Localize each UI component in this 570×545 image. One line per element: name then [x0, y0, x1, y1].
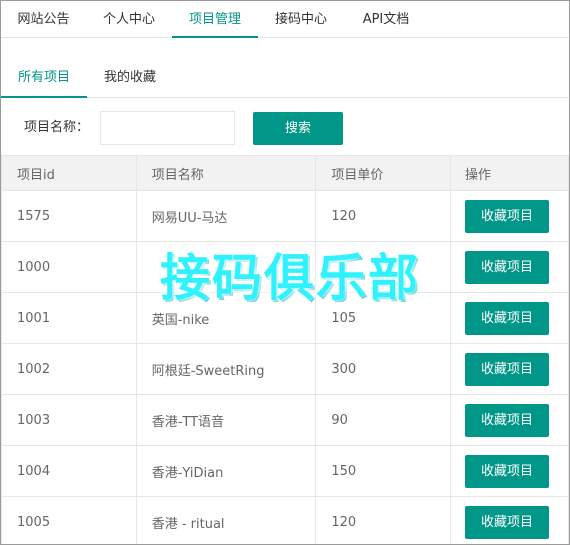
table-row: 1004 香港-YiDian 150 收藏项目: [1, 445, 569, 497]
cell-actions: 收藏项目: [450, 394, 569, 446]
top-nav: 网站公告 个人中心 项目管理 接码中心 API文档: [1, 1, 569, 38]
tab-api-docs[interactable]: API文档: [344, 1, 428, 38]
table-row: 1001 英国-nike 105 收藏项目: [1, 292, 569, 344]
tab-personal-center[interactable]: 个人中心: [86, 1, 172, 38]
cell-unit-price: 150: [315, 445, 452, 497]
cell-project-id: 1004: [1, 445, 137, 497]
cell-project-name: [135, 241, 317, 293]
tab-announcements[interactable]: 网站公告: [1, 1, 86, 38]
cell-actions: 收藏项目: [450, 445, 569, 497]
cell-project-name: 阿根廷-SweetRing: [135, 343, 317, 395]
table-header-row: 项目id 项目名称 项目单价 操作: [1, 155, 569, 191]
search-button[interactable]: 搜索: [253, 112, 343, 145]
cell-unit-price: 120: [315, 190, 452, 242]
favorite-project-button[interactable]: 收藏项目: [465, 199, 550, 233]
cell-unit-price: 105: [315, 292, 452, 344]
cell-unit-price: 90: [315, 394, 452, 446]
cell-project-id: 1003: [1, 394, 137, 446]
tab-project-management[interactable]: 项目管理: [172, 1, 258, 38]
header-project-name: 项目名称: [135, 155, 317, 191]
sub-nav: 所有项目 我的收藏: [1, 58, 569, 98]
table-row: 1000 收藏项目: [1, 241, 569, 293]
project-name-label: 项目名称：: [24, 120, 90, 135]
cell-project-id: 1005: [1, 496, 137, 544]
header-project-id: 项目id: [1, 155, 137, 191]
favorite-project-button[interactable]: 收藏项目: [465, 403, 550, 437]
table-row: 1003 香港-TT语音 90 收藏项目: [1, 394, 569, 446]
cell-unit-price: [315, 241, 452, 293]
cell-actions: 收藏项目: [450, 496, 569, 544]
cell-actions: 收藏项目: [450, 343, 569, 395]
table-row: 1005 香港 - ritual 120 收藏项目: [1, 496, 569, 544]
cell-project-name: 英国-nike: [135, 292, 317, 344]
cell-project-name: 香港-TT语音: [135, 394, 317, 446]
header-actions: 操作: [450, 155, 569, 191]
cell-project-id: 1000: [1, 241, 137, 293]
cell-actions: 收藏项目: [450, 241, 569, 293]
favorite-project-button[interactable]: 收藏项目: [465, 250, 550, 284]
app-frame: 网站公告 个人中心 项目管理 接码中心 API文档 所有项目 我的收藏 项目名称…: [0, 0, 570, 545]
project-name-input[interactable]: [100, 111, 235, 145]
cell-project-id: 1001: [1, 292, 137, 344]
tab-all-projects[interactable]: 所有项目: [1, 58, 87, 98]
favorite-project-button[interactable]: 收藏项目: [465, 301, 550, 335]
tab-sms-center[interactable]: 接码中心: [258, 1, 344, 38]
header-unit-price: 项目单价: [315, 155, 452, 191]
favorite-project-button[interactable]: 收藏项目: [465, 454, 550, 488]
cell-project-name: 香港 - ritual: [135, 496, 317, 544]
cell-project-id: 1002: [1, 343, 137, 395]
cell-actions: 收藏项目: [450, 292, 569, 344]
cell-project-name: 香港-YiDian: [135, 445, 317, 497]
cell-actions: 收藏项目: [450, 190, 569, 242]
cell-project-id: 1575: [1, 190, 137, 242]
project-table: 项目id 项目名称 项目单价 操作 1575 网易UU-马达 120 收藏项目 …: [1, 155, 569, 544]
favorite-project-button[interactable]: 收藏项目: [465, 505, 550, 539]
table-row: 1002 阿根廷-SweetRing 300 收藏项目: [1, 343, 569, 395]
cell-unit-price: 300: [315, 343, 452, 395]
cell-unit-price: 120: [315, 496, 452, 544]
favorite-project-button[interactable]: 收藏项目: [465, 352, 550, 386]
tab-my-favorites[interactable]: 我的收藏: [87, 58, 173, 98]
table-row: 1575 网易UU-马达 120 收藏项目: [1, 190, 569, 242]
cell-project-name: 网易UU-马达: [135, 190, 317, 242]
